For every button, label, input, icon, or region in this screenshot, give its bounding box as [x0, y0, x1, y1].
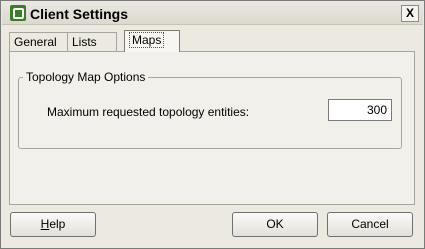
cancel-button[interactable]: Cancel — [327, 212, 413, 237]
app-icon — [10, 5, 26, 21]
dialog-title: Client Settings — [30, 6, 129, 22]
group-legend: Topology Map Options — [26, 70, 146, 84]
help-button-label: elp — [49, 217, 66, 231]
tab-lists-label: Lists — [72, 35, 97, 49]
close-icon: X — [405, 6, 414, 20]
help-button[interactable]: Help — [10, 212, 96, 237]
ok-button[interactable]: OK — [232, 212, 318, 237]
title-bar: Client Settings X — [2, 2, 423, 25]
max-topology-entities-label: Maximum requested topology entities: — [47, 105, 250, 119]
tab-lists[interactable]: Lists — [67, 32, 117, 51]
tab-maps-label: Maps — [129, 32, 165, 48]
close-button[interactable]: X — [401, 5, 419, 22]
max-topology-entities-input[interactable]: 300 — [328, 99, 392, 121]
tab-maps[interactable]: Maps — [124, 30, 180, 52]
tab-general-label: General — [14, 35, 57, 49]
tab-general[interactable]: General — [9, 32, 74, 51]
